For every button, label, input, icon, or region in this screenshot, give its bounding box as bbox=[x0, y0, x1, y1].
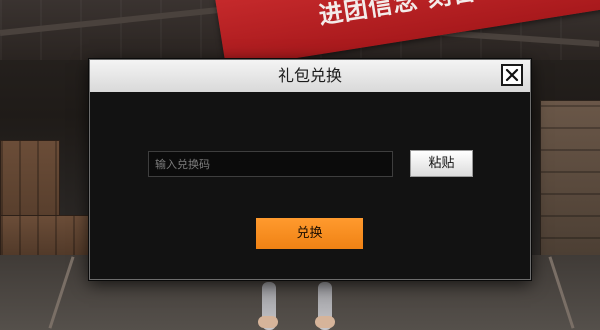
character-foot bbox=[258, 316, 278, 328]
redeem-button[interactable]: 兑换 bbox=[256, 218, 363, 249]
dialog-title: 礼包兑换 bbox=[277, 66, 342, 85]
character-foot bbox=[315, 316, 335, 328]
gift-redeem-dialog: 礼包兑换 粘贴 兑换 bbox=[89, 59, 531, 280]
paste-button[interactable]: 粘贴 bbox=[410, 150, 473, 177]
close-icon bbox=[505, 68, 519, 82]
dialog-header: 礼包兑换 bbox=[90, 60, 530, 92]
wooden-crate bbox=[540, 100, 600, 262]
redeem-code-input[interactable] bbox=[148, 151, 393, 177]
close-button[interactable] bbox=[501, 64, 523, 86]
